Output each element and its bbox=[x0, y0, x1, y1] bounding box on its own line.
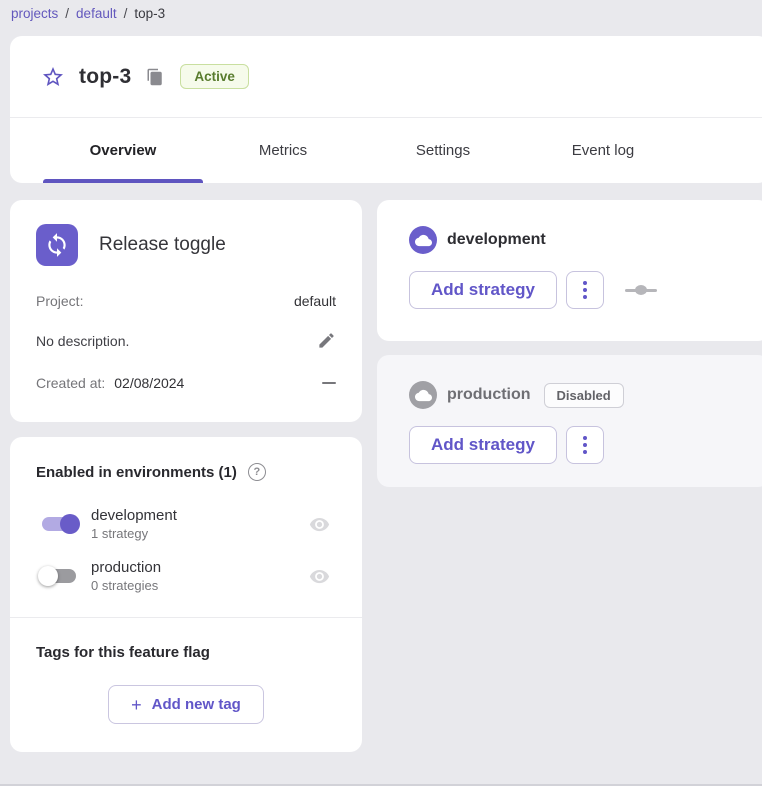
breadcrumb-separator: / bbox=[124, 6, 128, 21]
breadcrumb-separator: / bbox=[65, 6, 69, 21]
development-toggle[interactable] bbox=[36, 512, 82, 536]
tab-settings[interactable]: Settings bbox=[363, 118, 523, 183]
kebab-menu-icon[interactable] bbox=[566, 271, 604, 309]
favorite-button[interactable] bbox=[40, 64, 66, 90]
pencil-icon bbox=[317, 331, 336, 350]
flag-tabs: Overview Metrics Settings Event log bbox=[10, 118, 762, 183]
copy-icon bbox=[146, 68, 164, 86]
visibility-eye-icon[interactable] bbox=[309, 514, 330, 535]
environment-card-title: development bbox=[447, 231, 546, 249]
flag-title-row: top-3 Active bbox=[10, 36, 762, 118]
cloud-environment-icon bbox=[409, 226, 437, 254]
environment-name: production bbox=[91, 559, 161, 576]
created-value: 02/08/2024 bbox=[114, 375, 184, 391]
edit-description-button[interactable] bbox=[317, 331, 336, 350]
production-strategies-card: production Disabled Add strategy bbox=[377, 355, 762, 487]
left-column: Release toggle Project: default No descr… bbox=[10, 200, 362, 752]
tab-overview[interactable]: Overview bbox=[43, 118, 203, 183]
collapse-details-button[interactable] bbox=[322, 382, 336, 384]
description-text: No description. bbox=[36, 333, 129, 349]
disabled-badge: Disabled bbox=[544, 383, 624, 408]
breadcrumb-current: top-3 bbox=[134, 6, 165, 21]
environment-row-development: development 1 strategy bbox=[36, 507, 336, 541]
project-label: Project: bbox=[36, 293, 83, 309]
flag-header-card: top-3 Active Overview Metrics Settings E… bbox=[10, 36, 762, 183]
add-new-tag-button[interactable]: + Add new tag bbox=[108, 685, 264, 724]
plus-icon: + bbox=[131, 698, 142, 712]
environment-card-title: production bbox=[447, 386, 531, 404]
environment-strategy-count: 0 strategies bbox=[91, 578, 161, 593]
production-toggle[interactable] bbox=[36, 564, 82, 588]
add-strategy-button[interactable]: Add strategy bbox=[409, 426, 557, 464]
environment-name: development bbox=[91, 507, 177, 524]
tab-metrics[interactable]: Metrics bbox=[203, 118, 363, 183]
environment-strategy-count: 1 strategy bbox=[91, 526, 177, 541]
add-new-tag-label: Add new tag bbox=[152, 696, 241, 713]
breadcrumb: projects / default / top-3 bbox=[0, 0, 762, 21]
tags-heading: Tags for this feature flag bbox=[36, 644, 336, 661]
tags-section: Tags for this feature flag + Add new tag bbox=[10, 618, 362, 752]
environments-card: Enabled in environments (1) ? developmen… bbox=[10, 437, 362, 752]
add-strategy-button[interactable]: Add strategy bbox=[409, 271, 557, 309]
environments-heading: Enabled in environments (1) bbox=[36, 464, 237, 481]
star-icon bbox=[41, 65, 65, 89]
flag-type-row: Release toggle bbox=[36, 224, 336, 266]
flag-type-label: Release toggle bbox=[99, 234, 226, 256]
strategy-separator-icon bbox=[625, 285, 657, 295]
release-toggle-icon bbox=[36, 224, 78, 266]
created-row: Created at: 02/08/2024 bbox=[36, 375, 336, 391]
project-row: Project: default bbox=[36, 293, 336, 309]
copy-name-button[interactable] bbox=[146, 68, 164, 86]
right-column: development Add strategy bbox=[377, 200, 762, 487]
breadcrumb-default-link[interactable]: default bbox=[76, 6, 117, 21]
flag-overview-page: projects / default / top-3 top-3 Active … bbox=[0, 0, 762, 786]
environments-section: Enabled in environments (1) ? developmen… bbox=[10, 437, 362, 617]
tab-event-log[interactable]: Event log bbox=[523, 118, 683, 183]
development-strategies-card: development Add strategy bbox=[377, 200, 762, 341]
cloud-environment-icon bbox=[409, 381, 437, 409]
flag-details-card: Release toggle Project: default No descr… bbox=[10, 200, 362, 422]
overview-content: Release toggle Project: default No descr… bbox=[0, 200, 762, 752]
visibility-eye-icon[interactable] bbox=[309, 566, 330, 587]
page-title: top-3 bbox=[79, 65, 131, 89]
kebab-menu-icon[interactable] bbox=[566, 426, 604, 464]
project-value: default bbox=[294, 293, 336, 309]
status-badge: Active bbox=[180, 64, 249, 89]
environment-row-production: production 0 strategies bbox=[36, 559, 336, 593]
help-icon[interactable]: ? bbox=[248, 463, 266, 481]
minus-icon bbox=[322, 382, 336, 384]
created-label: Created at: bbox=[36, 375, 105, 391]
description-row: No description. bbox=[36, 331, 336, 350]
breadcrumb-projects-link[interactable]: projects bbox=[11, 6, 58, 21]
